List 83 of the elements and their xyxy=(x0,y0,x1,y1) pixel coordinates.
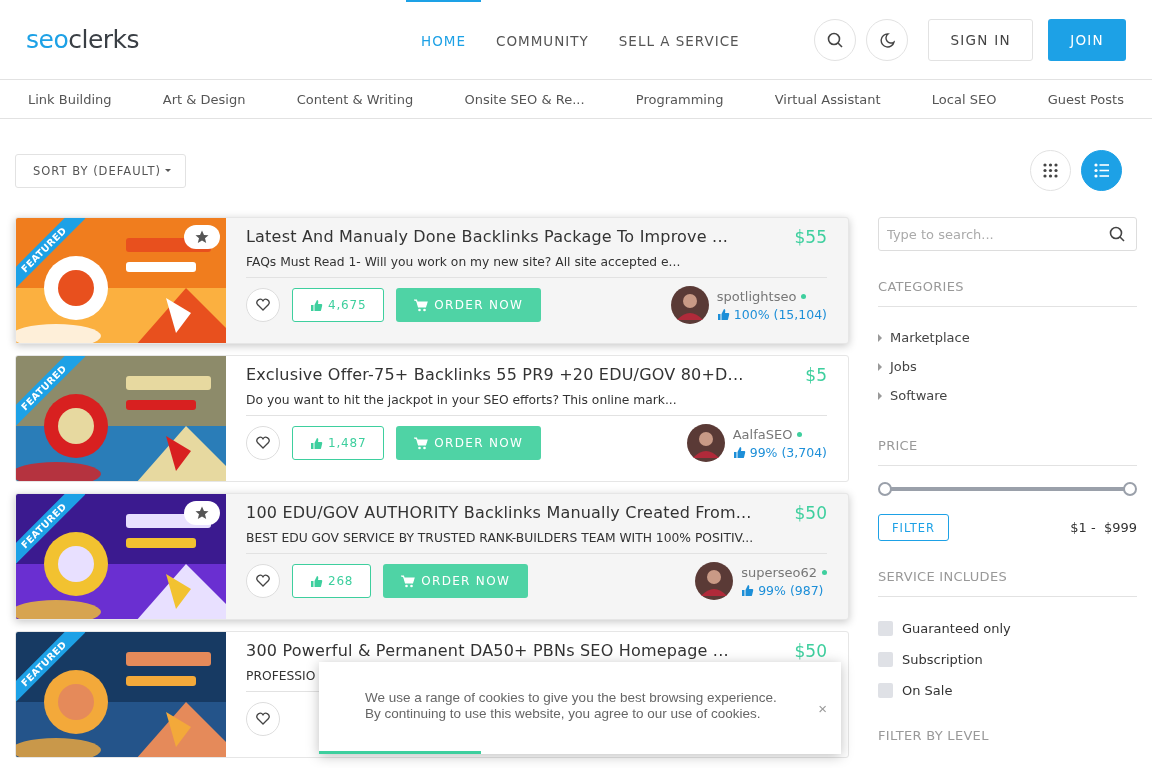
price-range-slider[interactable] xyxy=(878,482,1137,496)
star-icon xyxy=(195,230,209,244)
thumbs-up-icon xyxy=(741,583,755,597)
category-link[interactable]: Local SEO xyxy=(931,91,997,107)
star-icon xyxy=(195,506,209,520)
checkbox-label: Guaranteed only xyxy=(902,621,1011,636)
cart-icon xyxy=(414,436,429,450)
caret-icon xyxy=(164,169,171,172)
seller-name[interactable]: spotlightseo xyxy=(716,288,797,304)
checkbox-label: On Sale xyxy=(902,683,953,698)
gig-price: $5 xyxy=(805,366,827,384)
seller-avatar[interactable] xyxy=(670,286,709,324)
sign-in-button[interactable]: SIGN IN xyxy=(928,18,1033,61)
cart-icon xyxy=(401,574,416,588)
caret-icon xyxy=(878,391,882,400)
checkbox[interactable] xyxy=(878,683,893,698)
category-link[interactable]: Programming xyxy=(635,91,724,107)
gig-description: Do you want to hit the jackpot in your SEO efforts? This online mark... xyxy=(246,392,677,409)
heart-icon xyxy=(256,712,270,726)
seller-rating: 99% (987) xyxy=(758,582,824,598)
slider-handle[interactable] xyxy=(1123,482,1137,496)
category-link[interactable]: Art & Design xyxy=(162,91,246,107)
favorite-button[interactable] xyxy=(246,288,280,322)
thumbs-up-icon xyxy=(732,445,746,459)
slider-handle[interactable] xyxy=(878,482,892,496)
nav-link[interactable]: COMMUNITY xyxy=(480,0,604,79)
search-icon xyxy=(1109,226,1125,242)
seller-rating: 100% (15,104) xyxy=(733,306,827,322)
category-link[interactable]: Jobs xyxy=(890,359,917,374)
moon-icon xyxy=(879,31,896,48)
sort-dropdown[interactable]: SORT BY (DEFAULT) xyxy=(15,153,186,188)
favorite-button[interactable] xyxy=(246,702,280,736)
favorite-button[interactable] xyxy=(246,564,280,598)
section-heading: SERVICE INCLUDES xyxy=(878,569,1137,597)
category-link[interactable]: Software xyxy=(890,388,948,403)
checkbox[interactable] xyxy=(878,652,893,667)
search-icon xyxy=(827,31,844,48)
category-link[interactable]: Onsite SEO & Re... xyxy=(464,91,585,107)
favorite-button[interactable] xyxy=(246,426,280,460)
category-link[interactable]: Guest Posts xyxy=(1047,91,1124,107)
checkbox-label: Subscription xyxy=(902,652,983,667)
gig-description: PROFESSIO xyxy=(246,668,316,685)
grid-view-button[interactable] xyxy=(1030,150,1071,191)
checkbox[interactable] xyxy=(878,621,893,636)
cookie-message: We use a range of cookies to give you the best browsing experience. By continuing to use this website, you agree to our use of cookies. xyxy=(365,690,778,722)
gig-title[interactable]: Latest And Manualy Done Backlinks Package To Improve ... xyxy=(246,229,728,245)
nav-link[interactable]: SELL A SERVICE xyxy=(603,0,755,79)
seller-name[interactable]: superseo62 xyxy=(741,564,817,580)
thumbs-up-icon xyxy=(716,307,730,321)
thumbs-up-icon xyxy=(310,436,323,450)
section-heading: CATEGORIES xyxy=(878,279,1137,307)
price-range-text: $1 - $999 xyxy=(1070,520,1137,535)
caret-icon xyxy=(878,333,882,342)
heart-icon xyxy=(256,436,270,450)
gig-price: $55 xyxy=(794,228,827,246)
category-link[interactable]: Content & Writing xyxy=(296,91,414,107)
search-field[interactable]: Type to search... xyxy=(878,217,1137,251)
seller-rating: 99% (3,704) xyxy=(749,444,827,460)
category-link[interactable]: Virtual Assistant xyxy=(774,91,881,107)
gig-description: BEST EDU GOV SERVICE BY TRUSTED RANK-BUILDERS TEAM WITH 100% POSITIV... xyxy=(246,530,754,547)
gig-title[interactable]: 300 Powerful & Permanent DA50+ PBNs SEO Homepage ... xyxy=(246,643,729,659)
gig-price: $50 xyxy=(794,504,827,522)
seller-avatar[interactable] xyxy=(695,562,734,600)
gig-price: $50 xyxy=(794,642,827,660)
category-link[interactable]: Link Building xyxy=(28,91,112,107)
thumbs-up-icon xyxy=(310,574,323,588)
gig-title[interactable]: 100 EDU/GOV AUTHORITY Backlinks Manually Created From... xyxy=(246,505,752,521)
site-logo[interactable]: seoclerks xyxy=(26,25,406,54)
caret-icon xyxy=(878,362,882,371)
category-link[interactable]: Marketplace xyxy=(890,330,970,345)
seller-avatar[interactable] xyxy=(686,424,725,462)
thumbs-up-icon xyxy=(310,298,323,312)
seller-name[interactable]: AalfaSEO xyxy=(732,426,793,442)
grid-icon xyxy=(1043,163,1058,178)
section-heading: PRICE xyxy=(878,438,1137,466)
cart-icon xyxy=(414,298,429,312)
heart-icon xyxy=(256,298,270,312)
list-icon xyxy=(1094,163,1109,178)
section-heading: FILTER BY LEVEL xyxy=(878,728,990,745)
gig-title[interactable]: Exclusive Offer-75+ Backlinks 55 PR9 +20 EDU/GOV 80+D... xyxy=(246,367,744,383)
list-view-button[interactable] xyxy=(1081,150,1122,191)
gig-description: FAQs Must Read 1- Will you work on my new site? All site accepted e... xyxy=(246,254,681,271)
heart-icon xyxy=(256,574,270,588)
